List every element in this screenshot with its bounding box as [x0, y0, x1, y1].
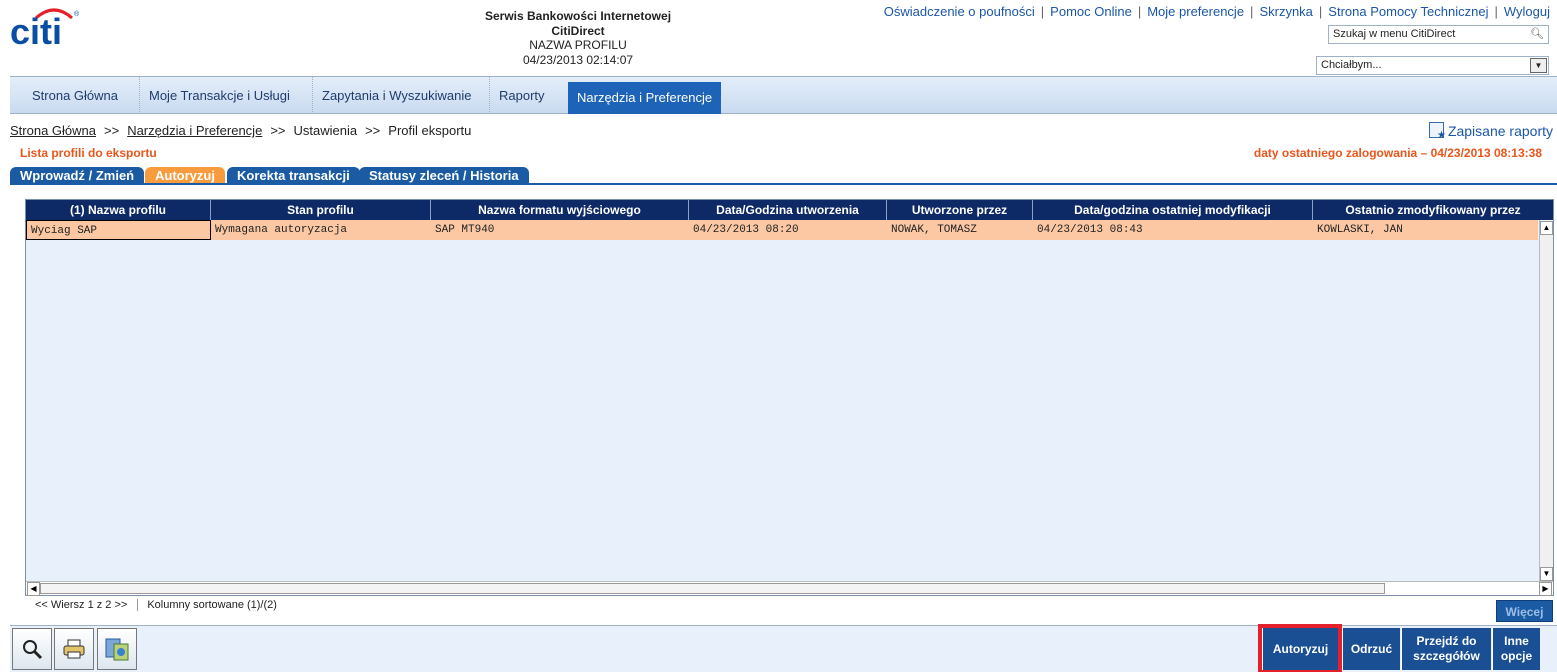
main-nav: Strona Główna Moje Transakcje i Usługi Z… [10, 76, 1557, 114]
print-icon[interactable] [54, 628, 94, 670]
breadcrumb-current: Profil eksportu [388, 123, 472, 138]
link-tech-support[interactable]: Strona Pomocy Technicznej [1328, 4, 1488, 19]
details-button-line2: szczegółów [1413, 649, 1480, 663]
details-button-line1: Przejdź do [1416, 634, 1477, 648]
breadcrumb-tools[interactable]: Narzędzia i Preferencje [127, 123, 262, 138]
col-output-format[interactable]: Nazwa formatu wyjściowego [431, 200, 689, 220]
service-info: Serwis Bankowości Internetowej CitiDirec… [468, 9, 688, 67]
col-modified-by[interactable]: Ostatnio zmodyfikowany przez [1313, 200, 1553, 220]
other-options-line1: Inne [1504, 634, 1529, 648]
action-bar: Autoryzuj Odrzuć Przejdź do szczegółów I… [10, 624, 1557, 672]
col-modified-at[interactable]: Data/godzina ostatniej modyfikacji [1033, 200, 1313, 220]
last-login-info: daty ostatniego zalogowania – 04/23/2013… [1253, 146, 1542, 160]
saved-reports-icon [1428, 122, 1446, 141]
menu-search-placeholder: Szukaj w menu CitiDirect [1333, 28, 1456, 40]
cell-created-at: 04/23/2013 08:20 [693, 224, 799, 236]
row-pager[interactable]: << Wiersz 1 z 2 >> [25, 599, 139, 611]
link-inbox[interactable]: Skrzynka [1259, 4, 1312, 19]
cell-profile-status: Wymagana autoryzacja [215, 224, 348, 236]
nav-reports[interactable]: Raporty [489, 77, 554, 114]
export-icon[interactable] [97, 628, 137, 670]
cell-modified-by: KOWLASKI, JAN [1317, 224, 1403, 236]
scroll-down-icon[interactable]: ▼ [1540, 567, 1553, 581]
scroll-left-icon[interactable]: ◀ [27, 582, 40, 596]
tab-enter-change[interactable]: Wprowadź / Zmień [10, 167, 145, 184]
nav-home[interactable]: Strona Główna [23, 77, 127, 114]
tab-authorize[interactable]: Autoryzuj [145, 167, 225, 184]
reject-button[interactable]: Odrzuć [1342, 628, 1400, 670]
chevron-down-icon[interactable]: ▼ [1530, 58, 1547, 73]
link-privacy[interactable]: Oświadczenie o poufności [884, 4, 1035, 19]
citi-logo: citi ® [10, 4, 80, 52]
cell-modified-at: 04/23/2013 08:43 [1037, 224, 1143, 236]
horizontal-scrollbar[interactable]: ◀ ▶ [26, 581, 1553, 596]
col-created-by[interactable]: Utworzone przez [887, 200, 1033, 220]
table-row[interactable]: Wyciag SAP Wymagana autoryzacja SAP MT94… [26, 220, 1538, 240]
vertical-scrollbar[interactable]: ▲ ▼ [1539, 220, 1553, 582]
svg-text:citi: citi [10, 11, 62, 48]
other-options-button[interactable]: Inne opcje [1492, 628, 1540, 670]
profiles-grid: (1) Nazwa profilu Stan profilu Nazwa for… [25, 199, 1554, 596]
grid-header: (1) Nazwa profilu Stan profilu Nazwa for… [26, 200, 1553, 220]
search-icon[interactable] [12, 628, 52, 670]
profile-name: NAZWA PROFILU [529, 38, 627, 52]
authorize-button[interactable]: Autoryzuj [1258, 624, 1342, 672]
sorted-columns-info: Kolumny sortowane (1)/(2) [147, 599, 277, 611]
nav-transactions[interactable]: Moje Transakcje i Usługi [139, 77, 299, 114]
cell-profile-name[interactable]: Wyciag SAP [26, 220, 211, 240]
link-logout[interactable]: Wyloguj [1504, 4, 1550, 19]
breadcrumb-settings: Ustawienia [293, 123, 358, 138]
service-title: Serwis Bankowości Internetowej [484, 9, 672, 23]
link-preferences[interactable]: Moje preferencje [1147, 4, 1244, 19]
svg-text:®: ® [74, 10, 80, 18]
tab-status-history[interactable]: Statusy zleceń / Historia [359, 167, 529, 184]
grid-footer: << Wiersz 1 z 2 >> Kolumny sortowane (1)/… [25, 599, 277, 611]
col-created-at[interactable]: Data/Godzina utworzenia [689, 200, 887, 220]
breadcrumb-home[interactable]: Strona Główna [10, 123, 96, 138]
tab-corrections[interactable]: Korekta transakcji [227, 167, 360, 184]
scroll-up-icon[interactable]: ▲ [1540, 221, 1553, 235]
scroll-right-icon[interactable]: ▶ [1539, 582, 1552, 596]
session-datetime: 04/23/2013 02:14:07 [522, 52, 634, 67]
cell-output-format: SAP MT940 [435, 224, 495, 236]
col-profile-status[interactable]: Stan profilu [211, 200, 431, 220]
top-links: Oświadczenie o poufności | Pomoc Online | Mo… [883, 4, 1550, 19]
breadcrumb: Strona Główna >> Narzędzia i Preferencje >>… [10, 123, 472, 138]
tab-underline [10, 183, 1557, 185]
service-name: CitiDirect [551, 23, 605, 38]
more-button[interactable]: Więcej [1496, 600, 1553, 622]
saved-reports-label: Zapisane raporty [1447, 123, 1553, 139]
search-icon[interactable]: 🔍︎ [1530, 27, 1544, 40]
nav-inquiries[interactable]: Zapytania i Wyszukiwanie [312, 77, 480, 114]
nav-tools-preferences[interactable]: Narzędzia i Preferencje [568, 82, 722, 114]
want-to-value: Chciałbym... [1321, 59, 1382, 71]
saved-reports-link[interactable]: Zapisane raporty [1428, 122, 1553, 141]
menu-search-input[interactable]: Szukaj w menu CitiDirect 🔍︎ [1328, 25, 1549, 44]
link-help-online[interactable]: Pomoc Online [1050, 4, 1132, 19]
scroll-thumb[interactable] [40, 583, 1385, 594]
details-button[interactable]: Przejdź do szczegółów [1401, 628, 1491, 670]
want-to-select[interactable]: Chciałbym... ▼ [1316, 56, 1549, 75]
page-title: Lista profili do eksportu [20, 146, 157, 160]
cell-created-by: NOWAK, TOMASZ [891, 224, 977, 236]
col-profile-name[interactable]: (1) Nazwa profilu [26, 200, 211, 220]
other-options-line2: opcje [1500, 649, 1533, 663]
